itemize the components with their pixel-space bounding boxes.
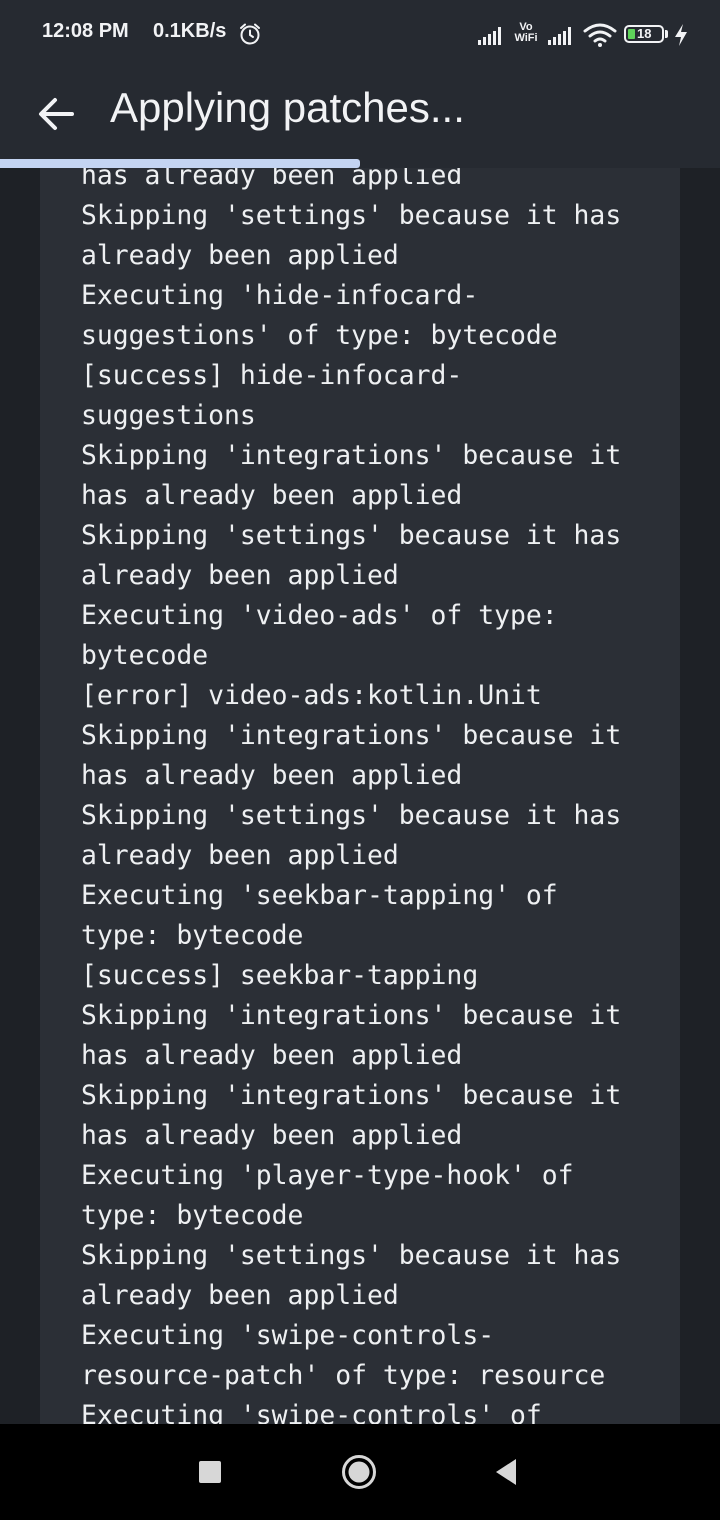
log-line: suggestions [81, 400, 256, 431]
back-button[interactable] [30, 88, 82, 140]
log-line: Skipping 'integrations' because it [81, 1080, 622, 1111]
log-line: Skipping 'integrations' because it [81, 1000, 622, 1031]
network-speed: 0.1KB/s [153, 20, 227, 42]
log-line: suggestions' of type: bytecode [81, 320, 558, 351]
log-line: has already been applied [81, 760, 463, 791]
back-triangle-icon[interactable] [494, 1457, 518, 1487]
log-line: [success] seekbar-tapping [81, 960, 479, 991]
log-line: has already been applied [81, 1040, 463, 1071]
vowifi-icon: Vo WiFi [512, 22, 540, 48]
battery-icon: 18 [624, 25, 664, 43]
log-line: Skipping 'settings' because it has [81, 200, 622, 231]
wifi-icon [583, 23, 617, 47]
recents-square-icon[interactable] [199, 1461, 221, 1483]
log-line: Skipping 'integrations' because it [81, 720, 622, 751]
log-line: already been applied [81, 560, 399, 591]
log-line: type: bytecode [81, 920, 304, 951]
log-line: resource-patch' of type: resource [81, 1360, 606, 1391]
log-line: [success] hide-infocard- [81, 360, 463, 391]
progress-fill [0, 159, 360, 168]
log-line: already been applied [81, 1280, 399, 1311]
battery-nub [665, 30, 668, 38]
log-line: has already been applied [81, 480, 463, 511]
log-line: Skipping 'settings' because it has [81, 520, 622, 551]
home-circle-icon[interactable] [341, 1454, 377, 1490]
status-time: 12:08 PM [42, 20, 129, 42]
log-line: Executing 'swipe-controls- [81, 1320, 495, 1351]
vowifi-bottom-label: WiFi [514, 32, 538, 44]
page-title: Applying patches... [110, 84, 465, 131]
log-line: has already been applied [81, 1120, 463, 1151]
signal-icon [478, 27, 501, 45]
arrow-back-icon [39, 98, 74, 130]
log-line: has already been applied [81, 168, 463, 191]
log-line: Executing 'player-type-hook' of [81, 1160, 574, 1191]
battery-level: 18 [637, 26, 652, 41]
app-bar: Applying patches... [0, 70, 720, 170]
signal-icon [548, 27, 571, 45]
progress-bar [0, 159, 720, 168]
log-line: Executing 'video-ads' of type: [81, 600, 558, 631]
log-line: already been applied [81, 240, 399, 271]
log-output: has already been applied Skipping 'settin… [81, 168, 621, 1424]
log-line: Skipping 'settings' because it has [81, 800, 622, 831]
status-bar: 12:08 PM 0.1KB/s Vo WiFi 18 [0, 0, 720, 70]
log-line: Executing 'hide-infocard- [81, 280, 479, 311]
log-line: bytecode [81, 640, 209, 671]
log-line: [error] video-ads:kotlin.Unit [81, 680, 542, 711]
log-line: type: bytecode [81, 1200, 304, 1231]
log-scroll-area[interactable]: has already been applied Skipping 'settin… [0, 168, 720, 1424]
charging-icon [675, 24, 687, 46]
battery-level-fill [628, 29, 635, 39]
log-line: Skipping 'settings' because it has [81, 1240, 622, 1271]
navigation-bar [0, 1424, 720, 1520]
log-line: Skipping 'integrations' because it [81, 440, 622, 471]
log-line: already been applied [81, 840, 399, 871]
log-line: Executing 'swipe-controls' of [81, 1400, 542, 1424]
alarm-icon [240, 23, 260, 45]
log-line: Executing 'seekbar-tapping' of [81, 880, 558, 911]
